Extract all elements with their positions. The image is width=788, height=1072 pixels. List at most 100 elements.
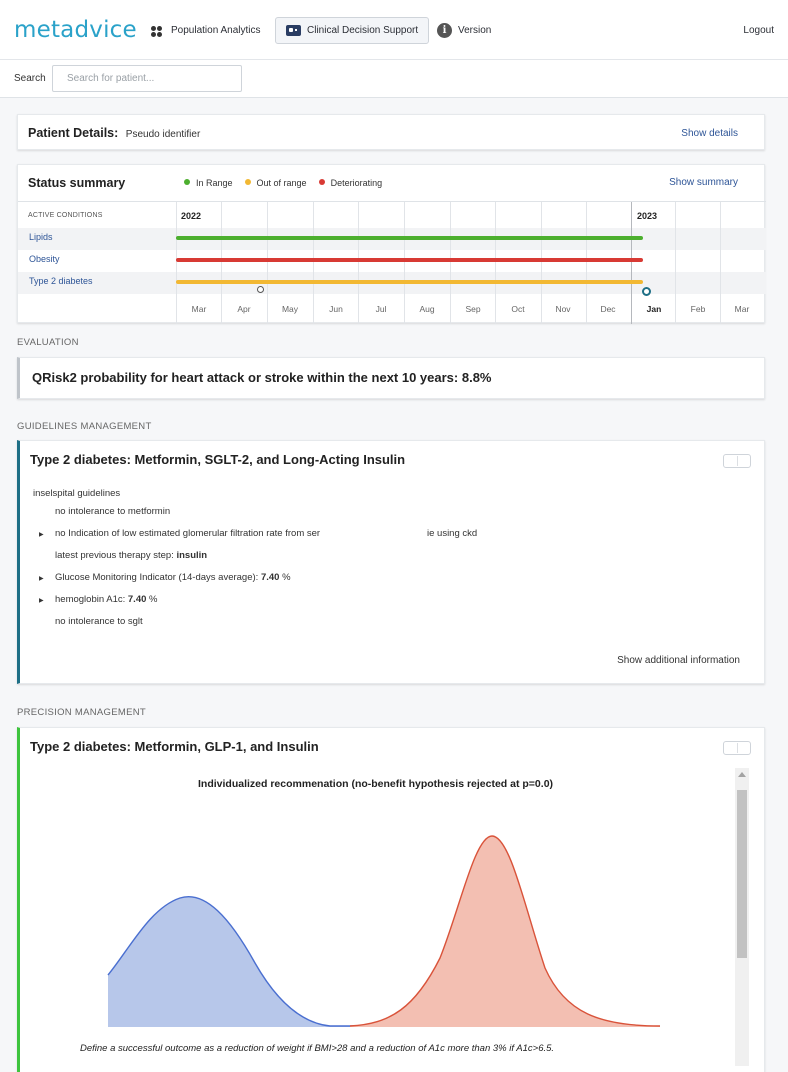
patient-search-input[interactable] (52, 65, 242, 92)
scroll-up-arrow-icon[interactable] (738, 772, 746, 777)
outcome-distribution-plot: Individualized recommenation (no-benefit… (20, 768, 768, 1072)
month-label-current: Jan (646, 304, 662, 314)
status-summary-title: Status summary (28, 176, 126, 190)
info-icon: i (437, 23, 452, 38)
legend-label: In Range (196, 178, 233, 188)
guideline-source: inselspital guidelines (33, 488, 121, 499)
condition-lipids[interactable]: Lipids (29, 232, 53, 242)
condition-type-2-diabetes[interactable]: Type 2 diabetes (29, 276, 93, 286)
status-summary-card: Status summary In Range Out of range Det… (17, 164, 766, 324)
gridline (267, 202, 268, 324)
item-value: 7.40 (127, 594, 147, 605)
nav-clinical-decision-support-label: Clinical Decision Support (307, 25, 419, 36)
month-label: Dec (600, 304, 616, 314)
month-label: Jul (375, 304, 387, 314)
red-dot-icon (318, 179, 325, 185)
expand-caret-icon[interactable]: ▶ (39, 597, 44, 604)
month-label: Aug (419, 304, 435, 314)
year-label-2022: 2022 (181, 211, 202, 221)
show-additional-info-link[interactable]: Show additional information (617, 655, 740, 666)
evaluation-section-label: EVALUATION (17, 337, 79, 348)
gridline (358, 202, 359, 324)
nav-population-analytics-label: Population Analytics (171, 25, 261, 36)
guideline-item[interactable]: hemoglobin A1c: 7.40 % (55, 594, 157, 605)
month-label: Feb (690, 304, 706, 314)
guideline-item[interactable]: no Indication of low estimated glomerula… (55, 528, 320, 539)
nav-version[interactable]: i Version (427, 17, 501, 44)
item-label: hemoglobin A1c: (55, 594, 128, 605)
item-unit: % (146, 594, 158, 605)
year-label-2023: 2023 (637, 211, 658, 221)
diabetes-status-bar[interactable] (176, 280, 643, 284)
legend-in-range: In Range (184, 178, 233, 188)
month-label: Mar (191, 304, 207, 314)
show-details-link[interactable]: Show details (681, 128, 738, 139)
patient-details-title: Patient Details: Pseudo identifier (28, 126, 200, 140)
month-label: Sep (465, 304, 481, 314)
item-value: insulin (176, 550, 208, 561)
legend-deteriorating: Deteriorating (318, 178, 383, 188)
gridline (675, 202, 676, 324)
nav-population-analytics[interactable]: Population Analytics (141, 17, 271, 44)
guideline-item: latest previous therapy step: insulin (55, 550, 207, 561)
guideline-toggle[interactable] (723, 454, 751, 468)
distribution-svg (107, 835, 661, 1027)
guideline-item[interactable]: Glucose Monitoring Indicator (14-days av… (55, 572, 291, 583)
gridline (176, 202, 177, 324)
metadvice-logo[interactable]: metadvice (14, 17, 137, 43)
legend-label: Deteriorating (330, 178, 383, 188)
item-value: 7.40 (260, 572, 280, 583)
month-label: May (281, 304, 299, 314)
nav-clinical-decision-support[interactable]: Clinical Decision Support (275, 17, 430, 44)
show-summary-link[interactable]: Show summary (669, 177, 738, 188)
search-label: Search (14, 73, 46, 84)
nav-version-label: Version (458, 25, 492, 36)
gridline (221, 202, 222, 324)
item-label: latest previous therapy step: (55, 550, 177, 561)
gridline (450, 202, 451, 324)
patient-details-card: Patient Details: Pseudo identifier Show … (17, 114, 765, 150)
condition-obesity[interactable]: Obesity (29, 254, 60, 264)
gridline (541, 202, 542, 324)
patient-identifier: Pseudo identifier (125, 129, 201, 140)
month-label: Oct (511, 304, 525, 314)
gridline (495, 202, 496, 324)
guideline-item: no intolerance to sglt (55, 616, 143, 627)
scrollbar-thumb[interactable] (737, 790, 747, 958)
event-marker[interactable] (257, 286, 264, 293)
month-label: Mar (734, 304, 750, 314)
patient-details-heading: Patient Details: (28, 126, 119, 140)
guideline-item: no intolerance to metformin (55, 506, 171, 517)
evaluation-card: QRisk2 probability for heart attack or s… (17, 357, 765, 399)
legend-label: Out of range (256, 178, 307, 188)
precision-toggle[interactable] (723, 741, 751, 755)
conditions-timeline: ACTIVE CONDITIONS 2022 2023 Lipids Obesi… (18, 201, 766, 324)
obesity-status-bar[interactable] (176, 258, 643, 262)
lipids-status-bar[interactable] (176, 236, 643, 240)
active-conditions-header: ACTIVE CONDITIONS (28, 212, 103, 219)
expand-caret-icon[interactable]: ▶ (39, 531, 44, 538)
gridline (313, 202, 314, 324)
precision-section-label: PRECISION MANAGEMENT (17, 707, 146, 718)
expand-caret-icon[interactable]: ▶ (39, 575, 44, 582)
id-card-icon (286, 25, 301, 36)
year-divider (631, 202, 632, 324)
status-legend: In Range Out of range Deteriorating (184, 178, 382, 188)
month-label: Nov (555, 304, 571, 314)
legend-out-of-range: Out of range (244, 178, 307, 188)
guidelines-section-label: GUIDELINES MANAGEMENT (17, 421, 152, 432)
search-bar: Search (0, 60, 788, 98)
guideline-item-continued: ie using ckd (427, 528, 478, 539)
benefit-distribution (350, 836, 660, 1027)
precision-card: Type 2 diabetes: Metformin, GLP-1, and I… (17, 727, 765, 1072)
current-event-marker[interactable] (642, 287, 651, 296)
guidelines-card: Type 2 diabetes: Metformin, SGLT-2, and … (17, 440, 765, 684)
logout-link[interactable]: Logout (743, 25, 774, 36)
plot-scrollbar[interactable] (735, 768, 749, 1066)
gridline (720, 202, 721, 324)
plot-caption: Define a successful outcome as a reducti… (80, 1043, 555, 1054)
guideline-title: Type 2 diabetes: Metformin, SGLT-2, and … (30, 452, 406, 467)
item-unit: % (279, 572, 291, 583)
precision-title: Type 2 diabetes: Metformin, GLP-1, and I… (30, 739, 319, 754)
gridline (586, 202, 587, 324)
